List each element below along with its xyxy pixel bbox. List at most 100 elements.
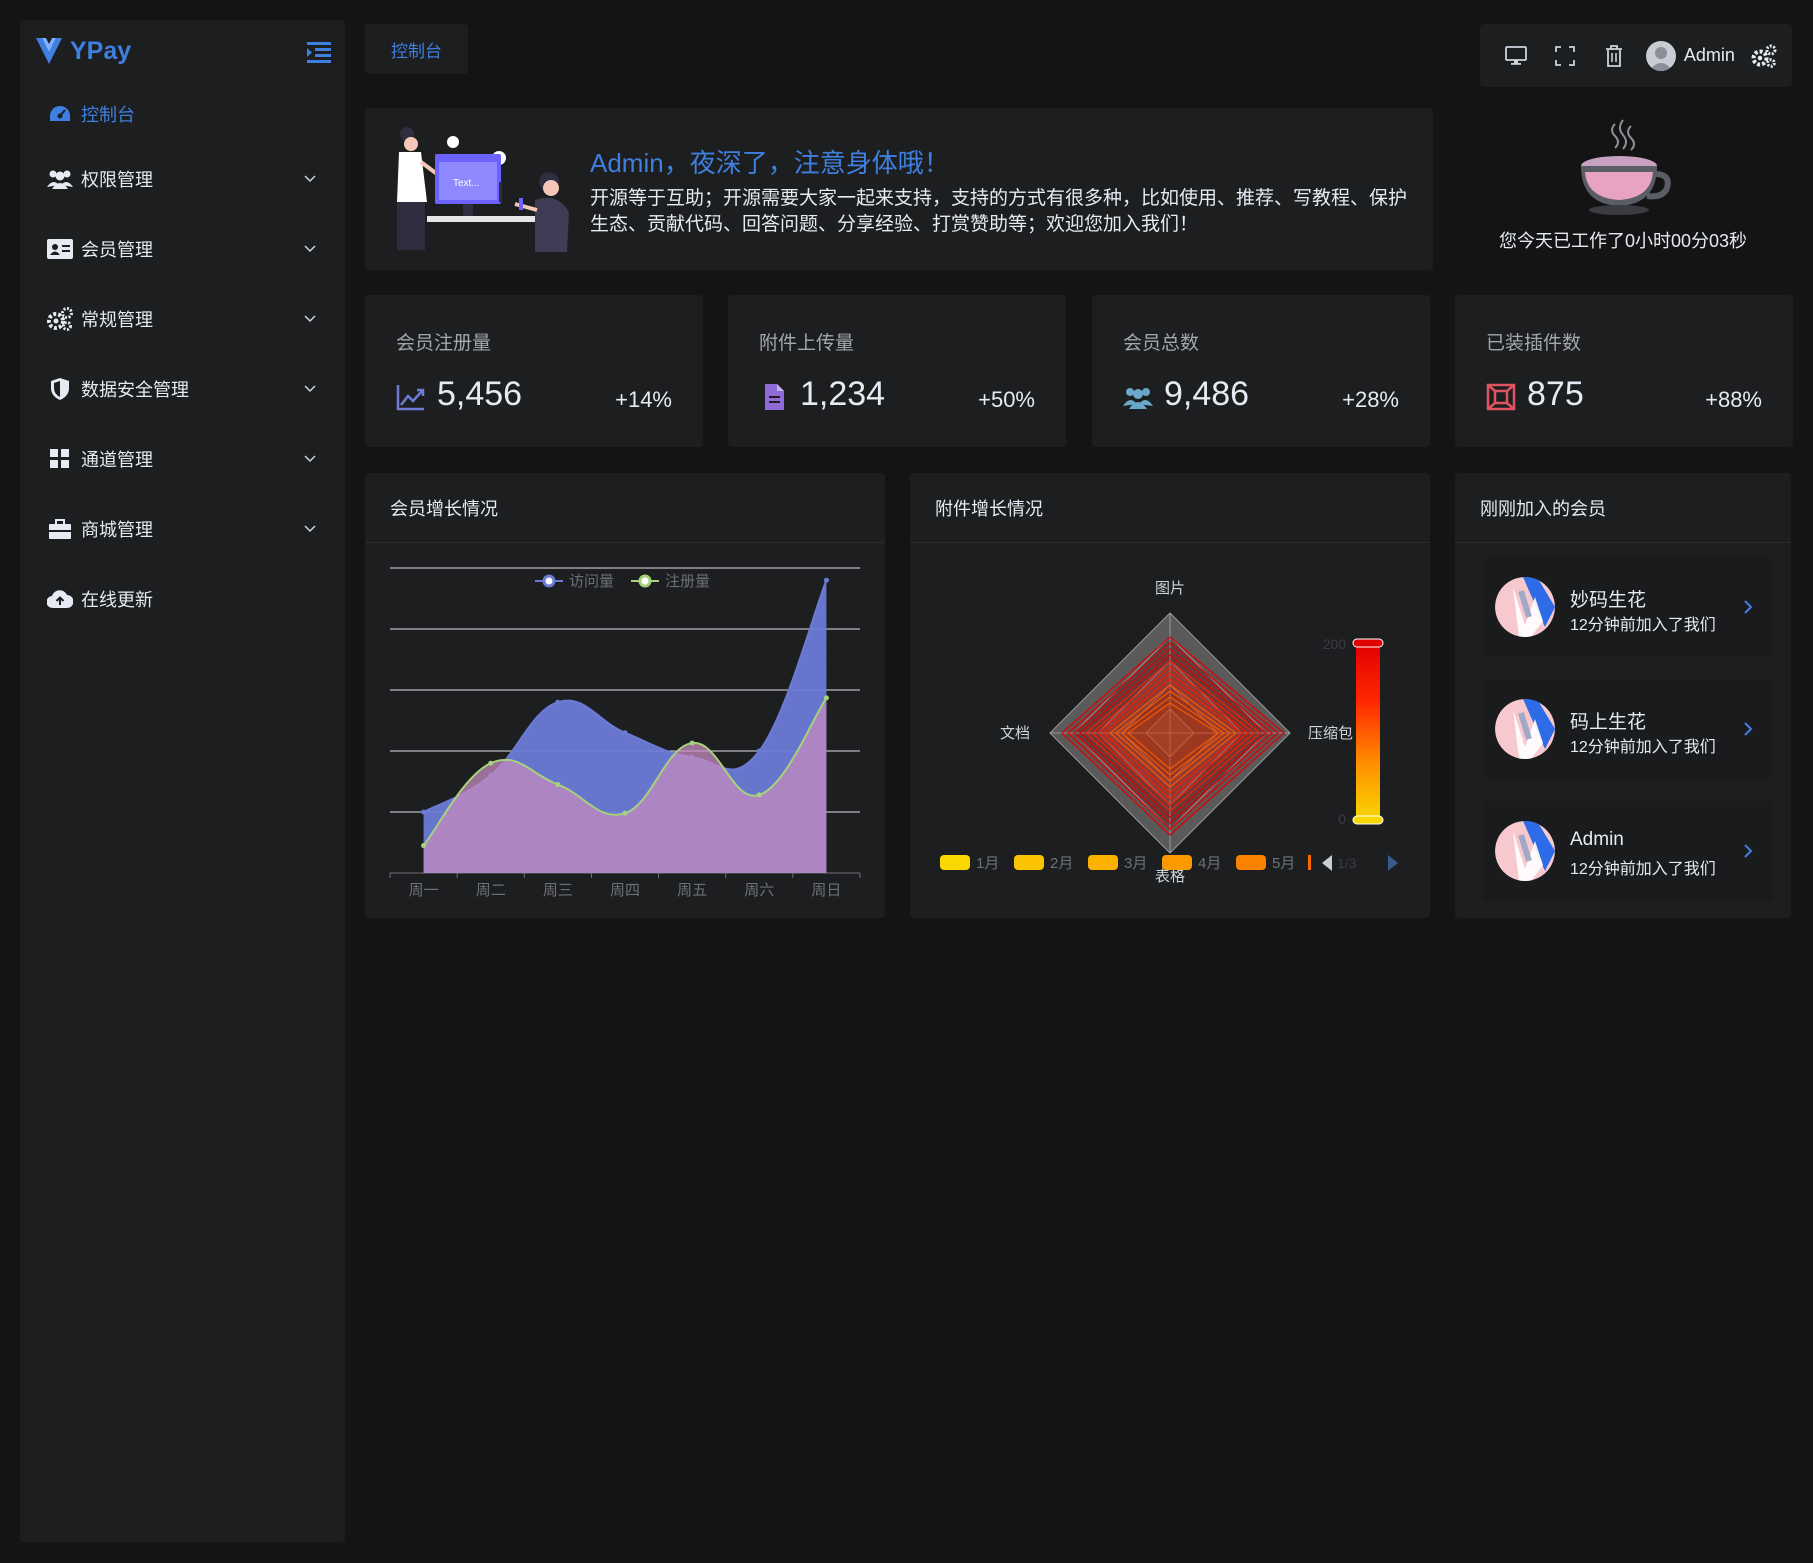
legend-item[interactable]: 4月 — [1162, 855, 1221, 872]
cloud-upload-icon — [47, 586, 73, 612]
visual-map-handle-top[interactable] — [1352, 638, 1384, 648]
sidebar-item-label: 在线更新 — [81, 590, 153, 610]
stat-value: 5,456 — [437, 375, 523, 413]
legend-item[interactable]: 访问量 — [535, 573, 614, 590]
data-point[interactable] — [622, 810, 628, 816]
data-point[interactable] — [756, 792, 762, 798]
legend-next-icon[interactable] — [1388, 855, 1398, 871]
member-item[interactable]: 码上生花 12分钟前加入了我们 — [1483, 679, 1773, 779]
settings-button[interactable] — [1749, 40, 1780, 72]
x-tick-label: 周二 — [476, 882, 506, 899]
data-point[interactable] — [823, 695, 829, 701]
data-point[interactable] — [823, 577, 829, 583]
sidebar-item-channels[interactable]: 通道管理 — [20, 424, 345, 494]
chevron-right-icon — [1744, 600, 1753, 614]
legend-label: 1月 — [976, 855, 999, 872]
data-point[interactable] — [689, 740, 695, 746]
illustration-text: Text... — [453, 178, 480, 189]
stat-change: +14% — [615, 387, 672, 412]
data-point[interactable] — [488, 760, 494, 766]
legend-item[interactable]: 注册量 — [631, 573, 710, 590]
plugin-icon — [1486, 383, 1516, 411]
sidebar-item-data-security[interactable]: 数据安全管理 — [20, 354, 345, 424]
chevron-down-icon — [304, 245, 316, 253]
desktop-button[interactable] — [1492, 36, 1541, 76]
welcome-text: 开源等于互助；开源需要大家一起来支持，支持的方式有很多种，比如使用、推荐、写教程… — [590, 188, 1408, 235]
sidebar-item-permissions[interactable]: 权限管理 — [20, 144, 345, 214]
welcome-card: Text... Admin，夜深了，注意身体哦！ 开源等于互助；开源需要大家一起… — [365, 108, 1433, 270]
stat-title: 附件上传量 — [759, 333, 855, 354]
legend-label: 4月 — [1198, 855, 1221, 872]
legend-item[interactable]: 5月 — [1236, 855, 1295, 872]
legend: 访问量 注册量 — [535, 573, 710, 590]
stat-change: +28% — [1342, 387, 1399, 412]
clear-cache-button[interactable] — [1589, 36, 1638, 76]
data-point[interactable] — [421, 809, 427, 815]
legend-item[interactable]: 3月 — [1088, 855, 1147, 872]
legend-label: 注册量 — [665, 573, 710, 590]
toolbar: Admin — [1480, 24, 1792, 87]
dashboard-icon — [47, 101, 73, 127]
member-item[interactable]: Admin 12分钟前加入了我们 — [1483, 801, 1773, 901]
data-point[interactable] — [622, 730, 628, 736]
sidebar-item-general[interactable]: 常规管理 — [20, 284, 345, 354]
coffee-cup-icon — [1581, 119, 1671, 215]
member-time: 12分钟前加入了我们 — [1570, 617, 1716, 634]
logo[interactable]: YPay — [20, 20, 345, 82]
sidebar-item-dashboard[interactable]: 控制台 — [20, 84, 345, 144]
file-icon — [765, 384, 784, 410]
indicator-label: 文档 — [1000, 725, 1030, 742]
legend-item[interactable]: 2月 — [1014, 855, 1073, 872]
radar-series — [1061, 636, 1285, 836]
briefcase-icon — [47, 516, 73, 542]
gears-icon — [47, 306, 73, 332]
card-title: 会员增长情况 — [365, 473, 885, 543]
legend-swatch — [1088, 855, 1118, 870]
sidebar-item-members[interactable]: 会员管理 — [20, 214, 345, 284]
data-point[interactable] — [555, 699, 561, 705]
app-name: YPay — [70, 36, 132, 65]
chevron-down-icon — [304, 175, 316, 183]
indicator-label: 图片 — [1155, 580, 1185, 597]
legend-item[interactable]: 1月 — [940, 855, 999, 872]
trash-icon — [1605, 44, 1622, 67]
legend: 1月 2月 3月 4月 5月 — [940, 855, 1311, 872]
users-icon — [1123, 388, 1153, 409]
chevron-right-icon — [1744, 844, 1753, 858]
sidebar-item-label: 会员管理 — [81, 240, 153, 260]
tab-dashboard[interactable]: 控制台 — [365, 24, 468, 74]
sidebar-item-online-update[interactable]: 在线更新 — [20, 564, 345, 634]
stat-value: 9,486 — [1164, 375, 1250, 413]
legend-pager: 1/3 — [1322, 855, 1398, 871]
new-members-card: 刚刚加入的会员 妙码生花 12分钟前加入了我们 码上生花 12分钟前加入了我们 … — [1455, 473, 1791, 918]
user-avatar-icon — [1645, 40, 1676, 71]
stat-title: 会员注册量 — [396, 333, 492, 354]
desktop-icon — [1505, 45, 1528, 65]
sidebar-item-shop[interactable]: 商城管理 — [20, 494, 345, 564]
legend-swatch — [940, 855, 970, 870]
legend-swatch — [1236, 855, 1266, 870]
legend-page-label: 1/3 — [1337, 855, 1357, 871]
legend-swatch-partial — [1308, 855, 1311, 870]
user-menu[interactable]: Admin — [1645, 40, 1735, 71]
stat-change: +50% — [978, 387, 1035, 412]
radar-polygon[interactable] — [1061, 636, 1285, 836]
stat-card-uploads: 附件上传量 1,234 +50% — [728, 295, 1066, 447]
visual-map-bar[interactable] — [1356, 643, 1380, 821]
sidebar-item-label: 商城管理 — [81, 520, 153, 540]
visual-map-max: 200 — [1323, 636, 1347, 652]
stat-card-members: 会员总数 9,486 +28% — [1092, 295, 1430, 447]
fullscreen-icon — [1555, 45, 1575, 66]
member-name: 妙码生花 — [1570, 590, 1647, 611]
stat-card-plugins: 已装插件数 875 +88% — [1455, 295, 1793, 447]
data-point[interactable] — [756, 748, 762, 754]
data-point[interactable] — [555, 782, 561, 788]
member-item[interactable]: 妙码生花 12分钟前加入了我们 — [1483, 557, 1773, 657]
data-point[interactable] — [421, 843, 427, 849]
visual-map-handle-bottom[interactable] — [1352, 815, 1384, 825]
collapse-menu-icon[interactable] — [305, 38, 333, 64]
x-tick-label: 周六 — [744, 882, 774, 899]
legend-prev-icon[interactable] — [1322, 855, 1332, 871]
fullscreen-button[interactable] — [1541, 36, 1590, 76]
legend-swatch — [1014, 855, 1044, 870]
